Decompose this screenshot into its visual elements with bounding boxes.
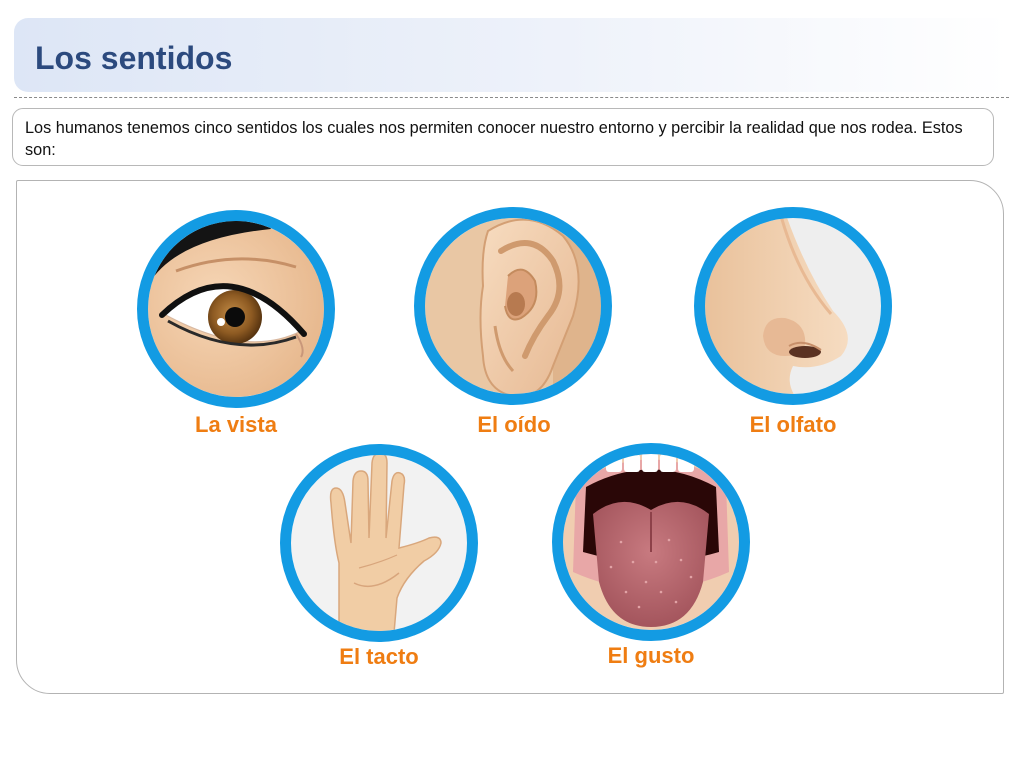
sense-hearing[interactable] — [413, 206, 613, 406]
hand-icon — [280, 444, 478, 642]
sense-touch[interactable] — [279, 443, 479, 643]
label-hearing: El oído — [477, 412, 551, 437]
label-sight: La vista — [195, 412, 277, 437]
sense-taste[interactable] — [551, 442, 751, 642]
label-taste: El gusto — [607, 643, 695, 668]
nose-icon — [694, 207, 892, 405]
sense-sight[interactable] — [136, 209, 336, 409]
page-title: Los sentidos — [35, 40, 233, 76]
label-touch: El tacto — [339, 644, 419, 669]
sense-smell[interactable] — [693, 206, 893, 406]
label-smell: El olfato — [749, 412, 837, 437]
eye-icon — [137, 210, 335, 408]
ear-icon — [414, 207, 612, 405]
tongue-icon — [552, 443, 750, 641]
header-divider — [14, 97, 1009, 98]
intro-text: Los humanos tenemos cinco sentidos los c… — [12, 108, 994, 166]
